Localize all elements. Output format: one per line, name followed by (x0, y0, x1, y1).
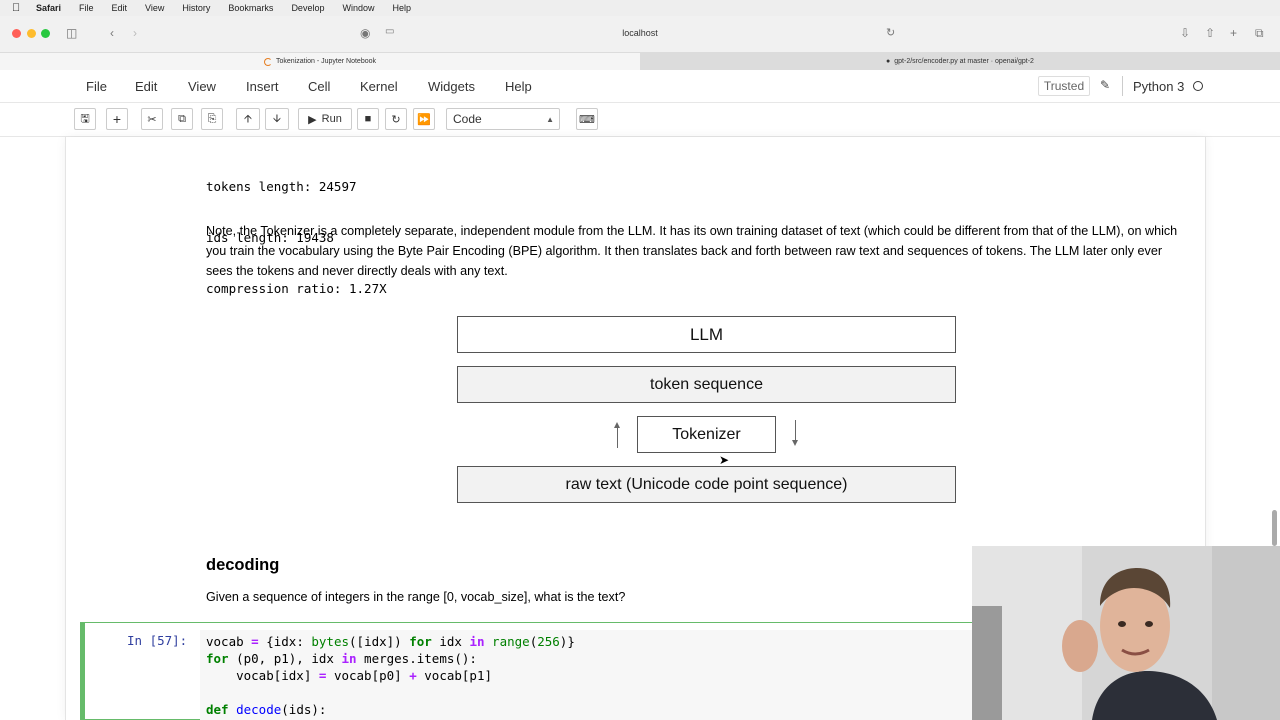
move-up-button[interactable]: 🡩 (236, 108, 260, 130)
diagram-token-sequence-box: token sequence (457, 366, 956, 403)
copy-button[interactable]: ⧉ (171, 108, 193, 130)
move-down-button[interactable]: 🡫 (265, 108, 289, 130)
arrow-down-icon (792, 420, 798, 446)
zoom-window-button[interactable] (41, 29, 50, 38)
save-icon: 🖫 (80, 112, 90, 125)
share-icon[interactable]: ⇧ (1205, 26, 1215, 40)
stop-icon: ■ (364, 113, 372, 125)
webcam-overlay (972, 546, 1280, 720)
jupyter-menu-insert[interactable]: Insert (246, 79, 279, 94)
fast-forward-icon: ⏩ (417, 113, 431, 126)
section-description: Given a sequence of integers in the rang… (206, 590, 626, 604)
tab-title: gpt-2/src/encoder.py at master · openai/… (894, 58, 1034, 65)
loading-icon (264, 57, 272, 66)
output-line: compression ratio: 1.27X (206, 281, 387, 296)
github-icon: ● (886, 58, 891, 65)
minimize-window-button[interactable] (27, 29, 36, 38)
jupyter-menu-help[interactable]: Help (505, 79, 532, 94)
macos-menubar:  Safari File Edit View History Bookmark… (0, 0, 1280, 16)
copy-icon: ⧉ (178, 112, 186, 125)
scissors-icon: ✂ (147, 113, 157, 126)
keyboard-icon: ⌨ (579, 113, 595, 126)
apple-logo-icon[interactable]:  (12, 0, 24, 16)
interrupt-button[interactable]: ■ (357, 108, 379, 130)
restart-run-all-button[interactable]: ⏩ (413, 108, 435, 130)
presenter-video-image (972, 546, 1280, 720)
tab-jupyter[interactable]: Tokenization - Jupyter Notebook (0, 53, 640, 70)
close-window-button[interactable] (12, 29, 21, 38)
arrow-down-icon: 🡫 (273, 112, 281, 125)
menu-edit[interactable]: Edit (112, 3, 128, 13)
cell-prompt: In [57]: (127, 633, 188, 648)
kernel-status-icon (1193, 81, 1203, 91)
paste-icon: ⎘ (207, 112, 217, 125)
page-icon: ▭ (385, 26, 395, 37)
sidebar-icon[interactable]: ◫ (66, 26, 77, 40)
menu-view[interactable]: View (145, 3, 164, 13)
run-label: Run (321, 113, 342, 125)
restart-icon: ↻ (391, 113, 401, 126)
code-line: def decode(ids): (206, 702, 327, 717)
jupyter-menu-widgets[interactable]: Widgets (428, 79, 475, 94)
jupyter-menu-edit[interactable]: Edit (135, 79, 157, 94)
diagram-raw-text-box: raw text (Unicode code point sequence) (457, 466, 956, 503)
jupyter-menu-file[interactable]: File (86, 79, 107, 94)
menu-history[interactable]: History (182, 3, 210, 13)
cell-type-value: Code (453, 112, 482, 126)
code-line: vocab[idx] = vocab[p0] + vocab[p1] (206, 668, 493, 683)
mouse-cursor-icon: ➤ (719, 453, 730, 467)
back-icon[interactable]: ‹ (110, 26, 114, 40)
tab-overview-icon[interactable]: ⧉ (1255, 26, 1264, 41)
jupyter-menu-cell[interactable]: Cell (308, 79, 330, 94)
diagram-tokenizer-box: Tokenizer (637, 416, 776, 453)
arrow-up-icon: 🡩 (244, 112, 252, 125)
menu-help[interactable]: Help (392, 3, 411, 13)
scrollbar-thumb[interactable] (1272, 510, 1277, 546)
tab-github[interactable]: ● gpt-2/src/encoder.py at master · opena… (640, 53, 1280, 70)
paste-button[interactable]: ⎘ (201, 108, 223, 130)
code-line: for (p0, p1), idx in merges.items(): (206, 651, 477, 666)
section-heading: decoding (206, 556, 280, 574)
jupyter-menu-view[interactable]: View (188, 79, 216, 94)
arrow-up-icon (614, 422, 620, 448)
menu-bookmarks[interactable]: Bookmarks (228, 3, 273, 13)
run-button[interactable]: ▶ Run (298, 108, 352, 130)
jupyter-menu-kernel[interactable]: Kernel (360, 79, 398, 94)
menu-window[interactable]: Window (342, 3, 374, 13)
jupyter-toolbar: 🖫 + ✂ ⧉ ⎘ 🡩 🡫 ▶ Run ■ ↻ ⏩ Code ▲︎ ⌨ (0, 103, 1280, 137)
trusted-badge[interactable]: Trusted (1038, 76, 1090, 96)
save-button[interactable]: 🖫 (74, 108, 96, 130)
jupyter-menubar: File Edit View Insert Cell Kernel Widget… (0, 70, 1280, 103)
cell-type-select[interactable]: Code ▲︎ (446, 108, 560, 130)
cut-button[interactable]: ✂ (141, 108, 163, 130)
code-editor[interactable]: vocab = {idx: bytes([idx]) for idx in ra… (206, 633, 575, 718)
output-line: tokens length: 24597 (206, 179, 357, 194)
new-tab-icon[interactable]: + (1230, 26, 1237, 40)
address-bar[interactable]: localhost (600, 28, 680, 38)
pencil-icon[interactable]: ✎ (1100, 78, 1110, 92)
select-caret-icon: ▲︎ (546, 114, 554, 124)
tab-bar: Tokenization - Jupyter Notebook ● gpt-2/… (0, 52, 1280, 70)
play-icon: ▶ (308, 113, 317, 126)
diagram-llm-box: LLM (457, 316, 956, 353)
note-paragraph: Note, the Tokenizer is a completely sepa… (206, 224, 1178, 278)
forward-icon[interactable]: › (133, 26, 137, 40)
restart-button[interactable]: ↻ (385, 108, 407, 130)
insert-cell-button[interactable]: + (106, 108, 128, 130)
download-icon[interactable]: ⇩ (1180, 26, 1190, 40)
plus-icon: + (112, 111, 122, 127)
reload-icon[interactable]: ↻ (886, 26, 895, 39)
tab-title: Tokenization - Jupyter Notebook (276, 58, 376, 65)
command-palette-button[interactable]: ⌨ (576, 108, 598, 130)
menu-file[interactable]: File (79, 3, 94, 13)
safari-toolbar: ◫ ‹ › ◉ ▭ localhost ↻ ⇩ ⇧ + ⧉ (0, 16, 1280, 52)
privacy-icon[interactable]: ◉ (360, 26, 370, 40)
menu-app-name[interactable]: Safari (36, 3, 61, 13)
menu-develop[interactable]: Develop (291, 3, 324, 13)
code-line: vocab = {idx: bytes([idx]) for idx in ra… (206, 634, 575, 649)
